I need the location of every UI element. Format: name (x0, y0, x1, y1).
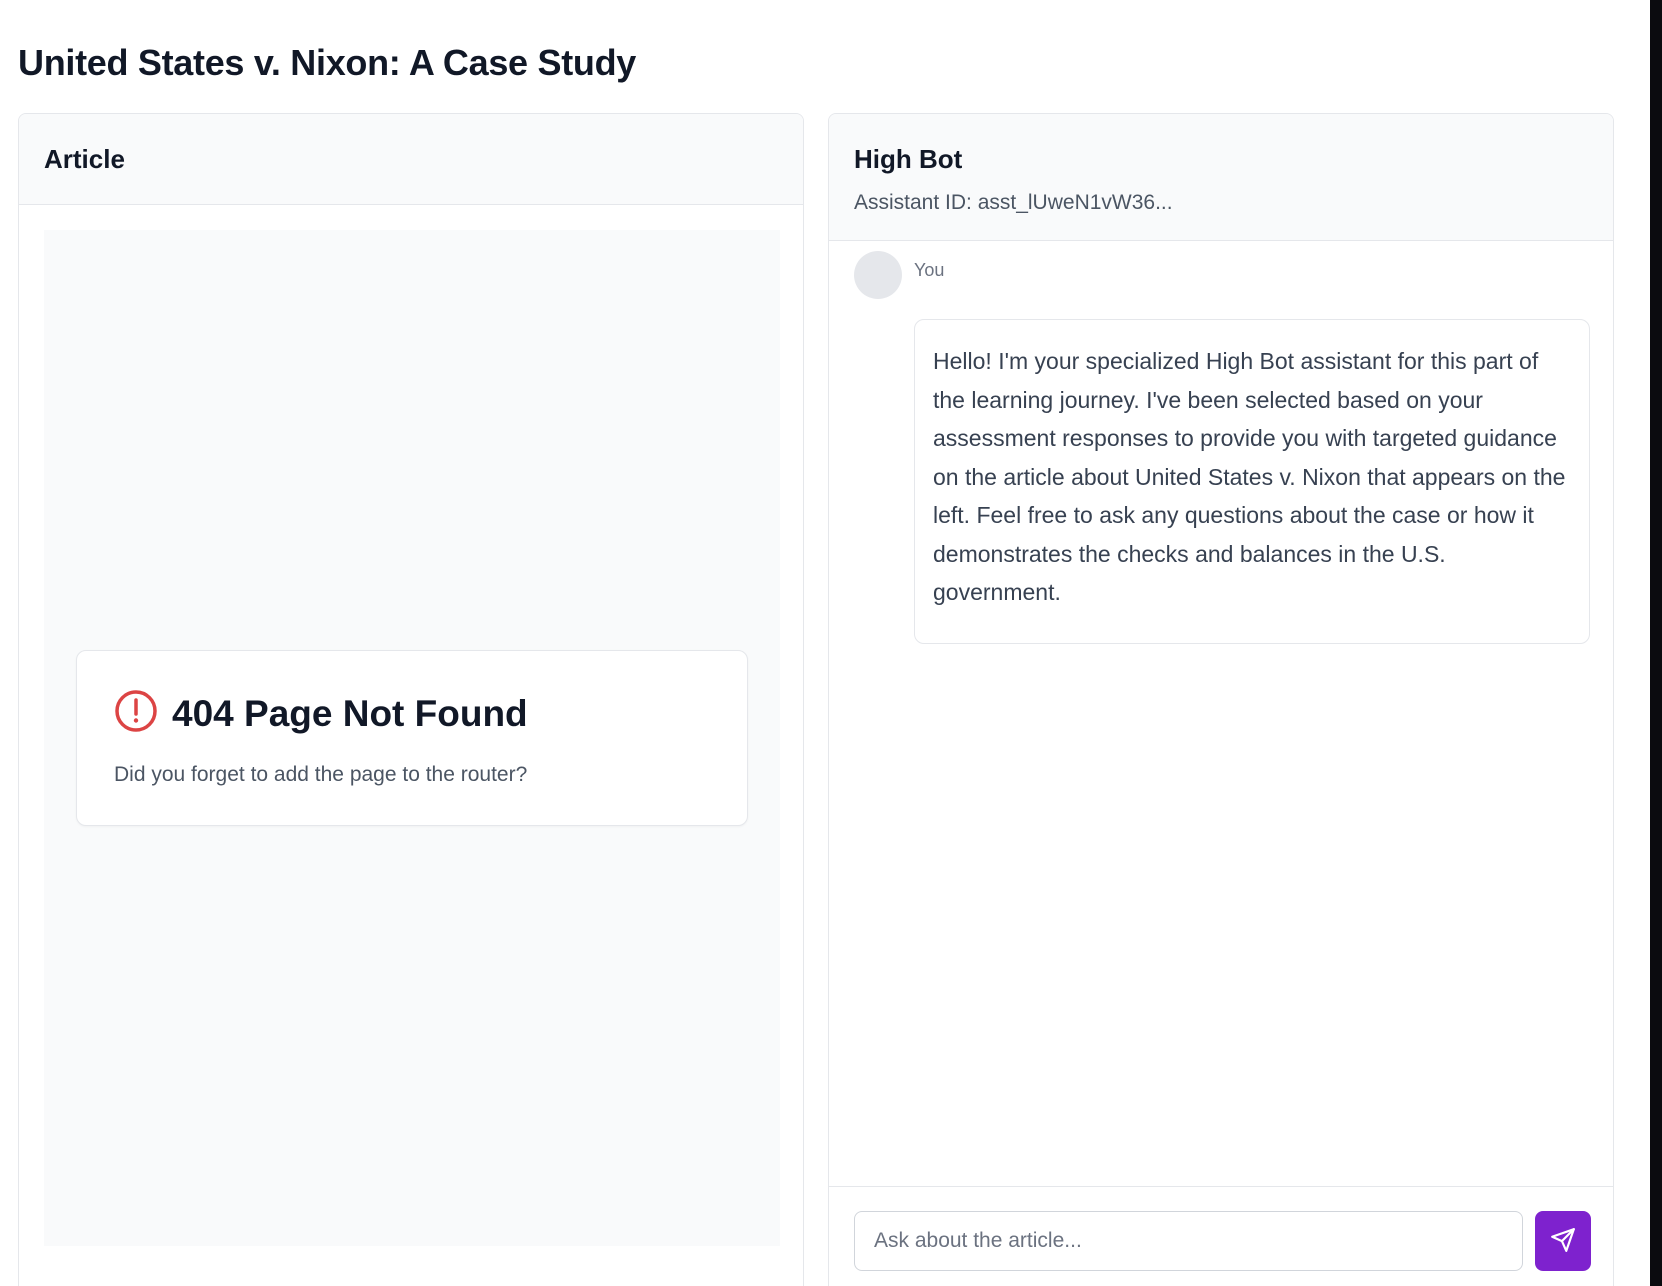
message-sender: You (914, 260, 945, 280)
page-title: United States v. Nixon: A Case Study (18, 42, 636, 83)
avatar (854, 251, 902, 299)
send-button[interactable] (1535, 1211, 1591, 1271)
error-title: 404 Page Not Found (172, 692, 528, 734)
article-panel-header: Article (19, 114, 803, 205)
error-card: 404 Page Not Found Did you forget to add… (76, 650, 748, 826)
chat-input[interactable] (854, 1211, 1523, 1271)
chat-panel-header: High Bot Assistant ID: asst_lUweN1vW36..… (829, 114, 1613, 241)
assistant-id: Assistant ID: asst_lUweN1vW36... (854, 191, 1173, 214)
message-bubble: Hello! I'm your specialized High Bot ass… (914, 319, 1590, 644)
article-panel-title: Article (44, 143, 125, 174)
error-message: Did you forget to add the page to the ro… (114, 763, 528, 786)
article-panel: Article 404 Page Not Found Did you forge… (18, 113, 804, 1286)
window-edge (1650, 0, 1662, 1286)
chat-panel-title: High Bot (854, 144, 963, 174)
alert-circle-icon (114, 689, 158, 738)
chat-composer (829, 1186, 1613, 1286)
send-icon (1550, 1227, 1576, 1256)
page: United States v. Nixon: A Case Study Art… (0, 0, 1662, 1286)
chat-panel: High Bot Assistant ID: asst_lUweN1vW36..… (828, 113, 1614, 1286)
article-content: 404 Page Not Found Did you forget to add… (44, 230, 780, 1246)
error-heading: 404 Page Not Found (114, 689, 528, 738)
